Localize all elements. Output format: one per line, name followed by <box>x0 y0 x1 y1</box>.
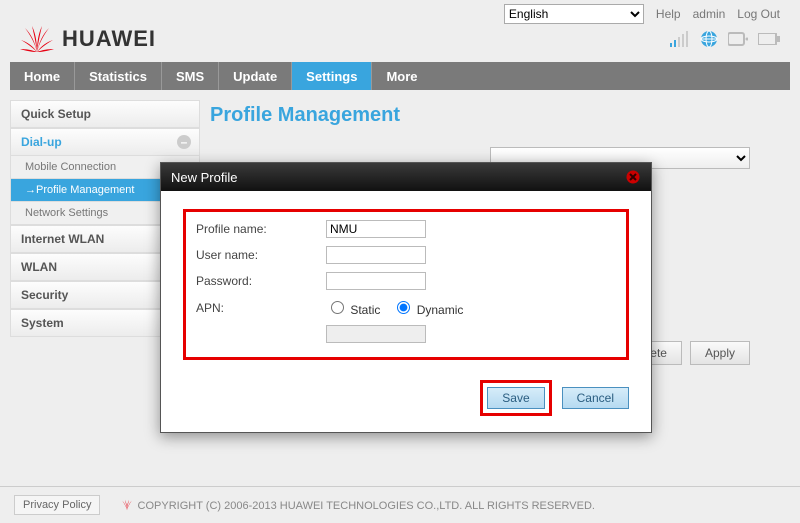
apn-dynamic-label: Dynamic <box>417 303 464 317</box>
signal-icon <box>670 31 690 47</box>
apn-input <box>326 325 426 343</box>
copyright-text: COPYRIGHT (C) 2006-2013 HUAWEI TECHNOLOG… <box>138 500 595 512</box>
profile-name-input[interactable] <box>326 220 426 238</box>
close-icon[interactable] <box>625 169 641 185</box>
huawei-logo-icon <box>20 24 54 54</box>
brand: HUAWEI <box>20 24 156 54</box>
highlighted-form-area: Profile name: User name: Password: APN: … <box>183 209 629 360</box>
page-title: Profile Management <box>210 104 790 127</box>
apn-static-label: Static <box>350 303 380 317</box>
sidebar-item-label: Profile Management <box>36 184 134 196</box>
password-label: Password: <box>196 274 326 288</box>
nav-statistics[interactable]: Statistics <box>75 62 162 90</box>
collapse-icon: – <box>177 135 191 149</box>
sidebar-item-quick-setup[interactable]: Quick Setup <box>10 100 200 128</box>
language-select[interactable]: English <box>504 4 644 24</box>
huawei-logo-icon <box>120 499 134 511</box>
apn-static-radio[interactable] <box>331 301 344 314</box>
globe-icon <box>700 30 718 48</box>
main-nav: Home Statistics SMS Update Settings More <box>10 62 790 90</box>
help-link[interactable]: Help <box>656 7 681 21</box>
nav-more[interactable]: More <box>372 62 431 90</box>
sidebar-item-label: Dial-up <box>21 135 62 149</box>
user-name-input[interactable] <box>326 246 426 264</box>
apn-dynamic-radio[interactable] <box>397 301 410 314</box>
user-name-label: User name: <box>196 248 326 262</box>
profile-name-label: Profile name: <box>196 222 326 236</box>
sidebar-item-dialup[interactable]: Dial-up – <box>10 128 200 156</box>
cancel-button[interactable]: Cancel <box>562 387 629 409</box>
privacy-policy-link[interactable]: Privacy Policy <box>14 495 100 515</box>
apn-label: APN: <box>196 301 326 315</box>
modal-title: New Profile <box>171 170 237 185</box>
apn-dynamic-option[interactable]: Dynamic <box>392 298 463 317</box>
nav-settings[interactable]: Settings <box>292 62 372 90</box>
footer: Privacy Policy COPYRIGHT (C) 2006-2013 H… <box>0 486 800 523</box>
status-icons <box>670 30 780 48</box>
nav-sms[interactable]: SMS <box>162 62 219 90</box>
apply-button[interactable]: Apply <box>690 341 750 365</box>
battery-icon <box>758 33 780 45</box>
highlighted-save-area: Save <box>480 380 551 416</box>
new-profile-modal: New Profile Profile name: User name: Pas… <box>160 162 652 433</box>
apn-static-option[interactable]: Static <box>326 298 380 317</box>
nav-update[interactable]: Update <box>219 62 292 90</box>
sim-icon <box>728 32 748 46</box>
brand-name: HUAWEI <box>62 26 156 52</box>
admin-link[interactable]: admin <box>693 7 726 21</box>
save-button[interactable]: Save <box>487 387 544 409</box>
password-input[interactable] <box>326 272 426 290</box>
footer-content: COPYRIGHT (C) 2006-2013 HUAWEI TECHNOLOG… <box>120 499 595 512</box>
logout-link[interactable]: Log Out <box>737 7 780 21</box>
nav-home[interactable]: Home <box>10 62 75 90</box>
arrow-icon: → <box>25 184 36 196</box>
